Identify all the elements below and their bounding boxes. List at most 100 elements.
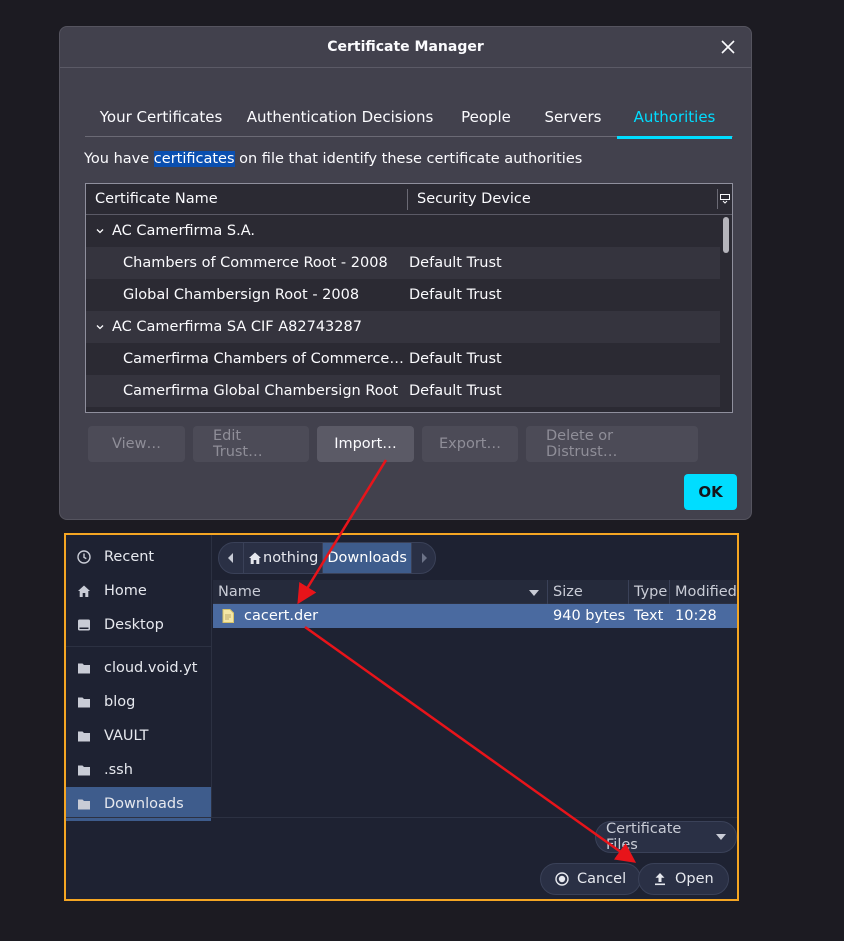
tab-servers[interactable]: Servers — [529, 97, 617, 137]
home-icon — [76, 583, 92, 599]
sidebar-item-home[interactable]: Home — [66, 574, 211, 608]
intro-text-start: You have — [84, 151, 154, 167]
export-button[interactable]: Export… — [422, 426, 518, 462]
home-icon — [248, 551, 262, 565]
column-name[interactable]: Name — [213, 579, 548, 604]
column-picker-icon[interactable] — [717, 189, 731, 209]
chooser-bottom-bar: Certificate Files Cancel Open — [66, 817, 737, 899]
sidebar-item-label: VAULT — [104, 728, 149, 744]
file-modified: 10:28 — [675, 608, 717, 624]
sidebar-item-desktop[interactable]: Desktop — [66, 608, 211, 642]
intro-text-highlight: certificates — [153, 151, 235, 167]
file-size: 940 bytes — [553, 608, 626, 624]
tree-scrollbar[interactable] — [723, 217, 729, 253]
folder-icon — [76, 728, 92, 744]
device-cell: Default Trust — [409, 255, 502, 271]
clock-icon — [76, 549, 92, 565]
device-cell: Default Trust — [409, 287, 502, 303]
file-filter-label: Certificate Files — [606, 821, 682, 853]
tree-row[interactable]: Global Chambersign Root - 2008 Default T… — [86, 279, 720, 311]
certificate-tree[interactable]: Certificate Name Security Device AC Came… — [85, 183, 733, 413]
certificate-name-cell: Camerfirma Chambers of Commerce Root — [123, 351, 404, 367]
sidebar-item-downloads[interactable]: Downloads — [66, 787, 211, 821]
view-button[interactable]: View… — [88, 426, 185, 462]
tab-people[interactable]: People — [443, 97, 529, 137]
ok-button[interactable]: OK — [684, 474, 737, 510]
path-segment-label: nothing — [263, 550, 319, 566]
column-type[interactable]: Type — [629, 579, 670, 604]
upload-icon — [653, 872, 667, 886]
sidebar-item-label: Recent — [104, 549, 155, 565]
group-label: AC Camerfirma SA CIF A82743287 — [112, 319, 362, 335]
device-cell: Default Trust — [409, 383, 502, 399]
sidebar-item-recent[interactable]: Recent — [66, 540, 211, 574]
dialog-title: Certificate Manager — [327, 39, 484, 55]
file-name: cacert.der — [244, 608, 319, 624]
path-back-icon[interactable] — [219, 543, 243, 573]
cancel-icon — [555, 872, 569, 886]
column-name-label: Name — [218, 583, 261, 600]
column-security-device[interactable]: Security Device — [408, 189, 732, 210]
file-name-cell: cacert.der — [213, 604, 548, 628]
sidebar-item-cloud-void-yt[interactable]: cloud.void.yt — [66, 651, 211, 685]
open-button[interactable]: Open — [638, 863, 729, 895]
close-icon[interactable] — [717, 36, 739, 58]
path-segment-current[interactable]: Downloads — [322, 543, 411, 573]
delete-distrust-button[interactable]: Delete or Distrust… — [526, 426, 698, 462]
title-bar: Certificate Manager — [60, 27, 751, 68]
desktop-icon — [76, 617, 92, 633]
chevron-down-icon[interactable] — [92, 226, 108, 236]
path-segment-home[interactable]: nothing — [243, 543, 322, 573]
places-sidebar: Recent Home Desktop cloud.void.yt blog V… — [66, 535, 212, 821]
import-button[interactable]: Import… — [317, 426, 414, 462]
file-list[interactable]: Name Size Type Modified cacert.der 940 b… — [213, 579, 737, 817]
sidebar-item-label: Home — [104, 583, 147, 599]
tree-header: Certificate Name Security Device — [86, 184, 732, 215]
group-label: AC Camerfirma S.A. — [112, 223, 255, 239]
certificate-name-cell: Chambers of Commerce Root - 2008 — [123, 255, 388, 271]
chevron-down-icon[interactable] — [92, 322, 108, 332]
chevron-down-icon — [716, 834, 726, 840]
certificate-name-cell: Camerfirma Global Chambersign Root — [123, 383, 399, 399]
open-label: Open — [675, 871, 714, 887]
intro-text-end: on file that identify these certificate … — [234, 151, 583, 167]
folder-icon — [76, 762, 92, 778]
text-file-icon — [222, 609, 234, 623]
folder-icon — [76, 694, 92, 710]
path-forward-icon[interactable] — [411, 543, 435, 573]
sidebar-item-label: blog — [104, 694, 136, 710]
device-cell: Default Trust — [409, 351, 502, 367]
file-list-header: Name Size Type Modified — [213, 579, 737, 604]
tab-your-certificates[interactable]: Your Certificates — [85, 97, 237, 137]
cancel-button[interactable]: Cancel — [540, 863, 642, 895]
file-filter-dropdown[interactable]: Certificate Files — [595, 821, 737, 853]
sidebar-item-vault[interactable]: VAULT — [66, 719, 211, 753]
tree-row-group[interactable]: AC Camerfirma S.A. — [86, 215, 720, 247]
tree-row[interactable]: Camerfirma Chambers of Commerce Root Def… — [86, 343, 720, 375]
tab-authentication-decisions[interactable]: Authentication Decisions — [237, 97, 443, 137]
sidebar-item-label: Desktop — [104, 617, 164, 633]
file-type: Text — [634, 608, 664, 624]
file-chooser-dialog: Recent Home Desktop cloud.void.yt blog V… — [64, 533, 739, 901]
sidebar-item-ssh[interactable]: .ssh — [66, 753, 211, 787]
sort-down-icon — [529, 584, 539, 600]
tab-bar: Your Certificates Authentication Decisio… — [85, 97, 733, 139]
intro-text: You have certificates on file that ident… — [84, 151, 582, 167]
file-row[interactable]: cacert.der 940 bytes Text 10:28 — [213, 604, 737, 628]
sidebar-separator — [66, 646, 211, 647]
tab-authorities[interactable]: Authorities — [617, 97, 732, 139]
path-bar: nothing Downloads — [218, 542, 436, 574]
column-certificate-name[interactable]: Certificate Name — [86, 188, 408, 210]
sidebar-item-blog[interactable]: blog — [66, 685, 211, 719]
sidebar-item-label: cloud.void.yt — [104, 660, 198, 676]
tree-row[interactable]: Chambers of Commerce Root - 2008 Default… — [86, 247, 720, 279]
tree-row-group[interactable]: AC Camerfirma SA CIF A82743287 — [86, 311, 720, 343]
cancel-label: Cancel — [577, 871, 627, 887]
sidebar-item-label: Downloads — [104, 796, 184, 812]
sidebar-item-label: .ssh — [104, 762, 133, 778]
tree-row[interactable]: Camerfirma Global Chambersign Root Defau… — [86, 375, 720, 407]
column-modified[interactable]: Modified — [670, 580, 737, 604]
column-size[interactable]: Size — [548, 579, 629, 604]
action-buttons: View… Edit Trust… Import… Export… Delete… — [88, 426, 698, 462]
edit-trust-button[interactable]: Edit Trust… — [193, 426, 309, 462]
